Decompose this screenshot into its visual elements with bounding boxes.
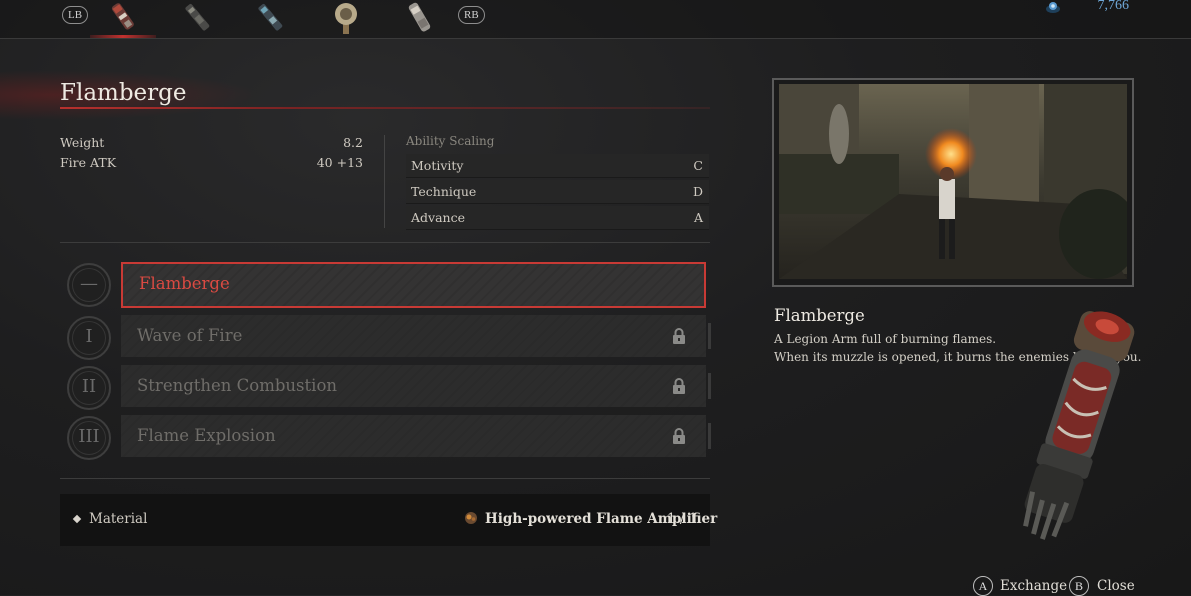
currency-value: 7,766 bbox=[1097, 0, 1130, 13]
skill-tier-medal: II bbox=[67, 366, 111, 410]
a-button-icon[interactable]: A bbox=[973, 576, 993, 596]
skill-name: Flame Explosion bbox=[137, 426, 276, 445]
skill-row-wave-of-fire[interactable]: Wave of Fire bbox=[121, 315, 711, 357]
scaling-row-advance: Advance A bbox=[406, 206, 709, 230]
flamberge-arm-art bbox=[1023, 311, 1135, 540]
title-divider bbox=[60, 107, 710, 109]
page-title: Flamberge bbox=[60, 80, 187, 106]
skill-tier: I bbox=[85, 326, 93, 347]
skill-tier: — bbox=[80, 273, 98, 294]
lb-button[interactable]: LB bbox=[62, 6, 89, 24]
scaling-row-motivity: Motivity C bbox=[406, 154, 709, 178]
ergo-icon bbox=[1046, 2, 1060, 13]
scaling-name: Motivity bbox=[411, 158, 464, 173]
skill-row-flamberge[interactable]: Flamberge bbox=[121, 262, 706, 308]
rb-button[interactable]: RB bbox=[458, 6, 485, 24]
stat-weight-label: Weight bbox=[60, 135, 105, 150]
lock-icon bbox=[673, 378, 685, 394]
stat-fire-atk-value: 40 +13 bbox=[316, 155, 363, 170]
stat-fire-atk-label: Fire ATK bbox=[60, 155, 117, 170]
skill-name: Flamberge bbox=[139, 274, 230, 293]
scaling-name: Technique bbox=[411, 184, 477, 199]
material-label: Material bbox=[89, 511, 148, 527]
skill-tier-medal: III bbox=[67, 416, 111, 460]
scaling-name: Advance bbox=[411, 210, 465, 225]
legion-arm-3-icon[interactable] bbox=[249, 0, 293, 36]
row-endcap bbox=[708, 373, 711, 399]
scaling-row-technique: Technique D bbox=[406, 180, 709, 204]
skill-tier: II bbox=[81, 376, 97, 397]
active-tab-indicator bbox=[90, 35, 156, 38]
flame-amplifier-icon bbox=[465, 512, 477, 524]
legion-arm-2-icon[interactable] bbox=[176, 0, 220, 36]
skill-name: Wave of Fire bbox=[137, 326, 243, 345]
section-divider bbox=[60, 478, 710, 479]
scaling-grade: D bbox=[692, 184, 703, 199]
stats-divider bbox=[384, 135, 385, 228]
skill-row-strengthen-combustion[interactable]: Strengthen Combustion bbox=[121, 365, 711, 407]
description-title: Flamberge bbox=[774, 306, 865, 325]
ability-scaling-label: Ability Scaling bbox=[406, 134, 495, 148]
preview-image bbox=[779, 84, 1127, 279]
exchange-button[interactable]: Exchange bbox=[1000, 578, 1067, 594]
description-line: A Legion Arm full of burning flames. bbox=[774, 332, 997, 346]
scaling-grade: A bbox=[693, 210, 703, 225]
close-button[interactable]: Close bbox=[1097, 578, 1135, 594]
b-button-icon[interactable]: B bbox=[1069, 576, 1089, 596]
skill-tier: III bbox=[78, 426, 100, 447]
legion-arm-5-icon[interactable] bbox=[398, 0, 442, 36]
skill-tier-medal: I bbox=[67, 316, 111, 360]
skill-tier-medal: — bbox=[67, 263, 111, 307]
scaling-grade: C bbox=[693, 158, 703, 173]
legion-arm-4-icon[interactable] bbox=[324, 0, 368, 36]
skill-name: Strengthen Combustion bbox=[137, 376, 337, 395]
flamberge-arm-icon[interactable] bbox=[102, 0, 146, 36]
lock-icon bbox=[673, 328, 685, 344]
skill-row-flame-explosion[interactable]: Flame Explosion bbox=[121, 415, 711, 457]
stat-weight-value: 8.2 bbox=[343, 135, 363, 150]
material-count: 1 / 1 bbox=[667, 511, 698, 527]
lock-icon bbox=[673, 428, 685, 444]
section-divider bbox=[60, 242, 710, 243]
row-endcap bbox=[708, 423, 711, 449]
row-endcap bbox=[708, 323, 711, 349]
